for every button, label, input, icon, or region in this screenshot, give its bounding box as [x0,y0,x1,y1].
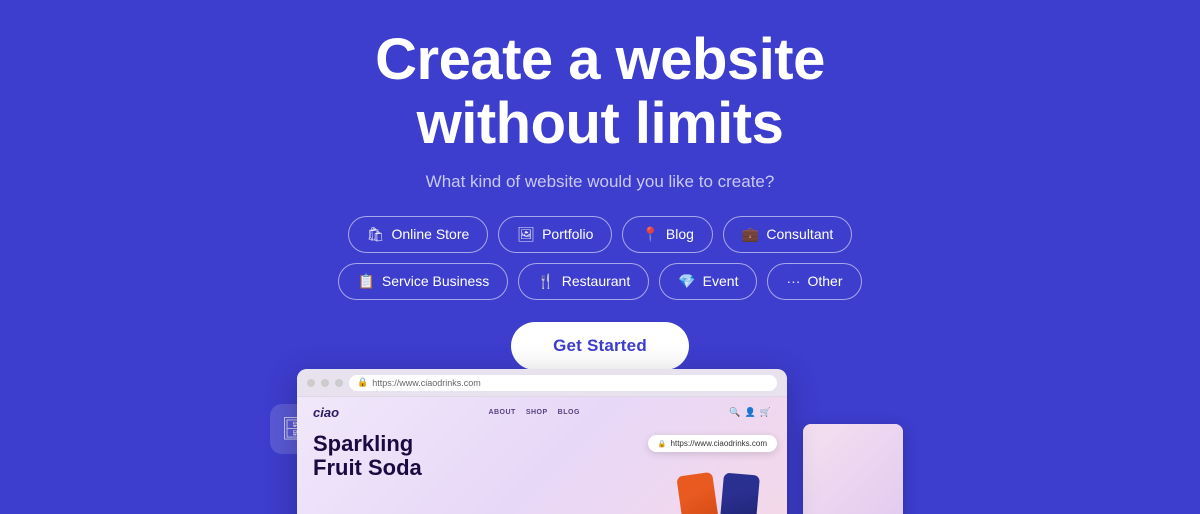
url-text: https://www.ciaodrinks.com [372,378,481,388]
browser-content: ciao ABOUT SHOP BLOG 🔍 👤 🛒 Sparkling Fru… [297,397,787,514]
url-tooltip: 🔒 https://www.ciaodrinks.com [648,435,777,452]
cans-illustration [681,474,757,514]
get-started-button[interactable]: Get Started [511,322,689,370]
category-label: Online Store [391,226,469,242]
subtitle: What kind of website would you like to c… [426,172,775,192]
tooltip-lock-icon: 🔒 [658,440,667,448]
category-row-2: 📋 Service Business 🍴 Restaurant 💎 Event … [338,263,861,300]
category-btn-online-store[interactable]: 🛍 Online Store [348,216,489,253]
site-nav-links: ABOUT SHOP BLOG [488,409,579,416]
lock-icon: 🔒 [357,377,368,388]
can-orange [676,472,721,514]
other-icon: ··· [786,273,800,289]
nav-link-shop: SHOP [526,409,548,416]
site-logo: ciao [313,405,339,420]
category-row-1: 🛍 Online Store 🖼 Portfolio 📍 Blog 💼 Cons… [348,216,853,253]
site-nav-icons: 🔍 👤 🛒 [729,407,771,418]
category-btn-other[interactable]: ··· Other [767,263,861,300]
category-label: Restaurant [562,273,630,289]
site-nav: ciao ABOUT SHOP BLOG 🔍 👤 🛒 [297,397,787,428]
tooltip-url: https://www.ciaodrinks.com [671,439,767,448]
hero-section: Create a website without limits What kin… [0,0,1200,514]
category-label: Portfolio [542,226,593,242]
category-label: Consultant [766,226,833,242]
category-btn-restaurant[interactable]: 🍴 Restaurant [518,263,649,300]
category-buttons: 🛍 Online Store 🖼 Portfolio 📍 Blog 💼 Cons… [338,216,861,300]
category-btn-blog[interactable]: 📍 Blog [622,216,712,253]
category-label: Event [703,273,739,289]
online-store-icon: 🛍 [367,226,385,243]
browser-dot-2 [321,379,329,387]
blog-icon: 📍 [641,226,658,243]
event-icon: 💎 [678,273,695,290]
side-device-mockup [803,424,903,514]
browser-mockup-container: 🔒 https://www.ciaodrinks.com ciao ABOUT … [297,369,903,514]
browser-chrome: 🔒 https://www.ciaodrinks.com [297,369,787,397]
search-icon: 🔍 [729,407,740,418]
restaurant-icon: 🍴 [537,273,554,290]
browser-mockup: 🔒 https://www.ciaodrinks.com ciao ABOUT … [297,369,787,514]
consultant-icon: 💼 [742,226,759,243]
category-btn-service-business[interactable]: 📋 Service Business [338,263,508,300]
portfolio-icon: 🖼 [517,226,535,243]
category-btn-consultant[interactable]: 💼 Consultant [723,216,852,253]
nav-link-blog: BLOG [558,409,580,416]
can-blue [718,473,760,514]
category-label: Other [807,273,842,289]
category-btn-portfolio[interactable]: 🖼 Portfolio [498,216,612,253]
category-label: Service Business [382,273,489,289]
browser-dot-3 [335,379,343,387]
service-business-icon: 📋 [357,273,374,290]
nav-link-about: ABOUT [488,409,515,416]
category-btn-event[interactable]: 💎 Event [659,263,757,300]
browser-dot-1 [307,379,315,387]
user-icon: 👤 [745,407,756,418]
cart-icon: 🛒 [760,407,771,418]
main-title: Create a website without limits [375,28,825,156]
category-label: Blog [666,226,694,242]
browser-urlbar: 🔒 https://www.ciaodrinks.com [349,375,777,391]
side-device-content [803,424,903,514]
